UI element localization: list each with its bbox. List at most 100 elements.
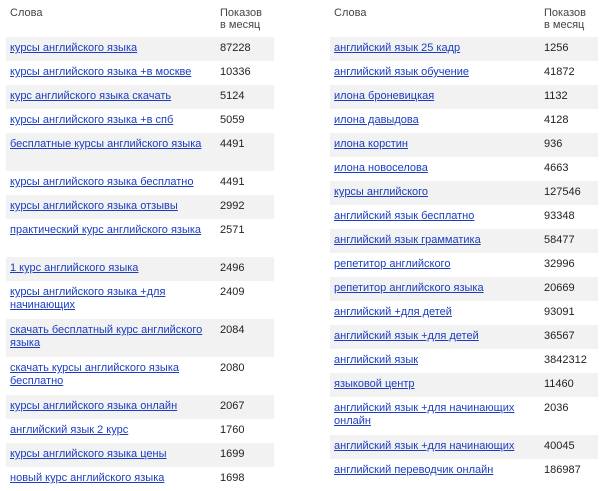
table-row: курс английского языка скачать 5124 (6, 85, 274, 109)
table-row: английский язык 25 кадр 1256 (330, 37, 598, 61)
keyword-link[interactable]: английский +для детей (334, 306, 452, 318)
keyword-link[interactable]: курс английского языка скачать (10, 90, 171, 102)
impressions-count: 5059 (220, 114, 245, 126)
table-row: английский +для детей 93091 (330, 301, 598, 325)
keyword-link[interactable]: илона броневицкая (334, 90, 434, 102)
keyword-link[interactable]: английский язык грамматика (334, 234, 481, 246)
keyword-link[interactable]: курсы английского языка онлайн (10, 400, 177, 412)
keyword-link[interactable]: курсы английского языка цены (10, 448, 166, 460)
keyword-link[interactable]: курсы английского языка +в спб (10, 114, 173, 126)
table-row: английский язык +для начинающих 40045 (330, 435, 598, 459)
keyword-cell: английский язык +для начинающих (330, 440, 544, 453)
table-row: курсы английского языка цены 1699 (6, 443, 274, 467)
keyword-link[interactable]: практический курс английского языка (10, 224, 201, 236)
table-row: английский язык обучение 41872 (330, 61, 598, 85)
keyword-link[interactable]: 1 курс английского языка (10, 262, 138, 274)
keyword-link[interactable]: илона новоселова (334, 162, 428, 174)
impressions-count: 2409 (220, 286, 245, 298)
keyword-link[interactable]: курсы английского языка +в москве (10, 66, 191, 78)
impressions-count: 3842312 (544, 354, 587, 366)
impressions-count: 2084 (220, 324, 245, 336)
keyword-link[interactable]: курсы английского языка (10, 42, 137, 54)
keyword-link[interactable]: английский язык (334, 354, 418, 366)
column-header-impressions: Показов в месяц (220, 7, 262, 31)
keyword-cell: бесплатные курсы английского языка (6, 138, 220, 151)
keyword-cell: курсы английского языка онлайн (6, 400, 220, 413)
keyword-cell: английский язык обучение (330, 66, 544, 79)
keyword-link[interactable]: репетитор английского языка (334, 282, 484, 294)
keyword-cell: курсы английского языка +в спб (6, 114, 220, 127)
keyword-link[interactable]: английский язык обучение (334, 66, 469, 78)
impressions-count: 2571 (220, 224, 245, 236)
impressions-count: 1699 (220, 448, 245, 460)
impressions-count: 127546 (544, 186, 581, 198)
impressions-count: 58477 (544, 234, 575, 246)
keyword-cell: курсы английского языка (6, 42, 220, 55)
table-row: репетитор английского языка 20669 (330, 277, 598, 301)
keyword-cell: английский язык +для начинающих онлайн (330, 402, 544, 428)
impressions-count: 4491 (220, 138, 245, 150)
keyword-link[interactable]: английский язык 25 кадр (334, 42, 460, 54)
keyword-link[interactable]: репетитор английского (334, 258, 450, 270)
impressions-count: 4491 (220, 176, 245, 188)
table-row: курсы английского языка +в москве 10336 (6, 61, 274, 85)
keyword-cell: илона корстин (330, 138, 544, 151)
keyword-link[interactable]: скачать бесплатный курс английского язык… (10, 324, 202, 349)
keyword-cell: репетитор английского (330, 258, 544, 271)
table-row: илона броневицкая 1132 (330, 85, 598, 109)
keyword-link[interactable]: курсы английского языка отзывы (10, 200, 178, 212)
keyword-cell: английский +для детей (330, 306, 544, 319)
keyword-link[interactable]: курсы английского языка бесплатно (10, 176, 193, 188)
keyword-cell: английский переводчик онлайн (330, 464, 544, 477)
keyword-link[interactable]: илона корстин (334, 138, 408, 150)
impressions-count: 87228 (220, 42, 251, 54)
keyword-link[interactable]: английский язык +для начинающих (334, 440, 514, 452)
table-row: курсы английского языка +в спб 5059 (6, 109, 274, 133)
impressions-count: 20669 (544, 282, 575, 294)
keyword-link[interactable]: языковой центр (334, 378, 415, 390)
impressions-count: 1698 (220, 472, 245, 484)
impressions-count: 1132 (544, 90, 568, 102)
keyword-cell: английский язык бесплатно (330, 210, 544, 223)
keyword-cell: английский язык 2 курс (6, 424, 220, 437)
keyword-link[interactable]: английский язык бесплатно (334, 210, 474, 222)
keyword-link[interactable]: английский язык 2 курс (10, 424, 128, 436)
keyword-link[interactable]: новый курс английского языка (10, 472, 164, 484)
keyword-cell: репетитор английского языка (330, 282, 544, 295)
impressions-count: 2992 (220, 200, 245, 212)
keyword-link[interactable]: английский переводчик онлайн (334, 464, 493, 476)
table-row: курсы английского языка онлайн 2067 (6, 395, 274, 419)
keyword-cell: практический курс английского языка (6, 224, 220, 237)
table-row: английский язык грамматика 58477 (330, 229, 598, 253)
keyword-link[interactable]: илона давыдова (334, 114, 419, 126)
table-row: илона давыдова 4128 (330, 109, 598, 133)
impressions-count: 2496 (220, 262, 245, 274)
table-row: курсы английского языка отзывы 2992 (6, 195, 274, 219)
keyword-link[interactable]: английский язык +для детей (334, 330, 479, 342)
table-row: курсы английского языка +для начинающих 2… (6, 281, 274, 319)
keyword-link[interactable]: курсы английского языка +для начинающих (10, 286, 165, 311)
keyword-cell: курс английского языка скачать (6, 90, 220, 103)
impressions-count: 186987 (544, 464, 581, 476)
table-row: английский язык 3842312 (330, 349, 598, 373)
table-body: английский язык 25 кадр 1256 английский яз… (330, 37, 598, 483)
keywords-table-right: Слова Показов в месяц английский язык 25… (330, 0, 598, 483)
table-row: 1 курс английского языка 2496 (6, 257, 274, 281)
keyword-link[interactable]: английский язык +для начинающих онлайн (334, 402, 514, 427)
table-row: английский язык 2 курс 1760 (6, 419, 274, 443)
table-row: скачать бесплатный курс английского язык… (6, 319, 274, 357)
impressions-count: 40045 (544, 440, 575, 452)
impressions-count: 41872 (544, 66, 575, 78)
table-row: репетитор английского 32996 (330, 253, 598, 277)
keyword-link[interactable]: бесплатные курсы английского языка (10, 138, 201, 150)
impressions-count: 11460 (544, 378, 574, 390)
table-row: английский переводчик онлайн 186987 (330, 459, 598, 483)
impressions-count: 36567 (544, 330, 575, 342)
keyword-link[interactable]: скачать курсы английского языка бесплатн… (10, 362, 179, 387)
table-row: илона новоселова 4663 (330, 157, 598, 181)
column-header-impressions: Показов в месяц (544, 7, 586, 31)
keyword-link[interactable]: курсы английского (334, 186, 428, 198)
keyword-cell: курсы английского языка бесплатно (6, 176, 220, 189)
impressions-count: 93091 (544, 306, 575, 318)
table-row: курсы английского языка 87228 (6, 37, 274, 61)
